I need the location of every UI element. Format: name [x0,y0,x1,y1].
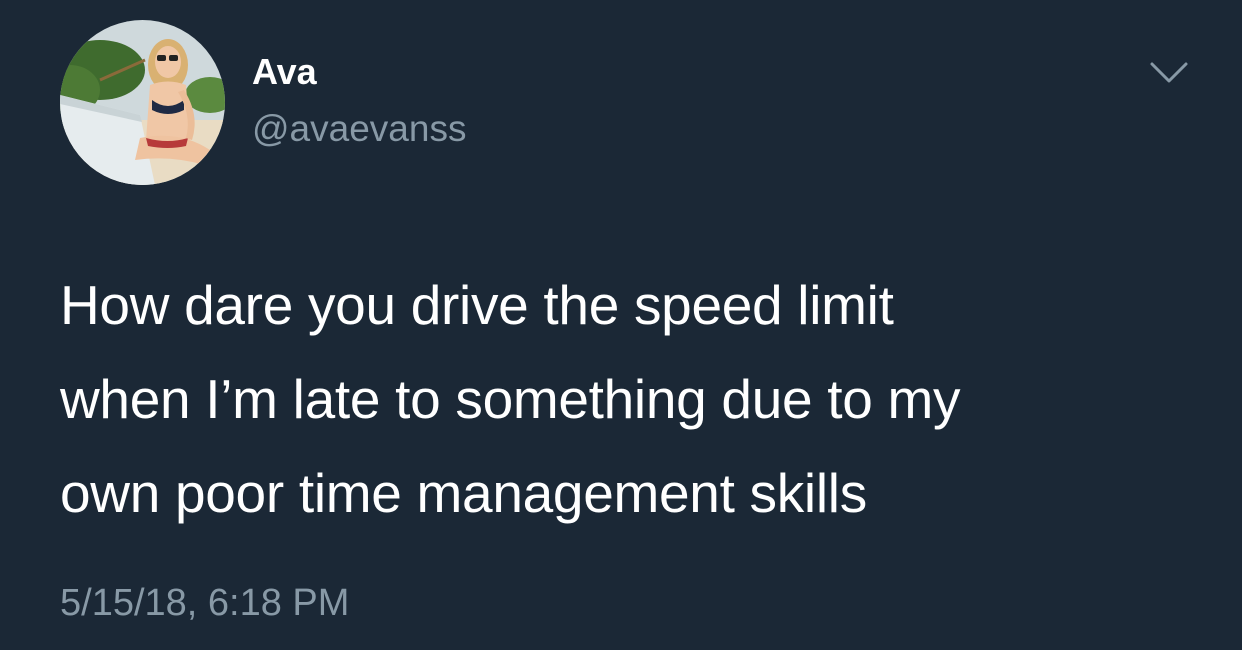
display-name[interactable]: Ava [252,50,317,94]
avatar[interactable] [60,20,225,185]
tweet-card: Ava @avaevanss How dare you drive the sp… [0,0,1242,650]
avatar-image [60,20,225,185]
chevron-down-icon[interactable] [1148,58,1190,88]
tweet-text: How dare you drive the speed limit when … [60,274,961,524]
tweet-timestamp[interactable]: 5/15/18, 6:18 PM [60,580,349,626]
user-handle[interactable]: @avaevanss [252,107,466,151]
